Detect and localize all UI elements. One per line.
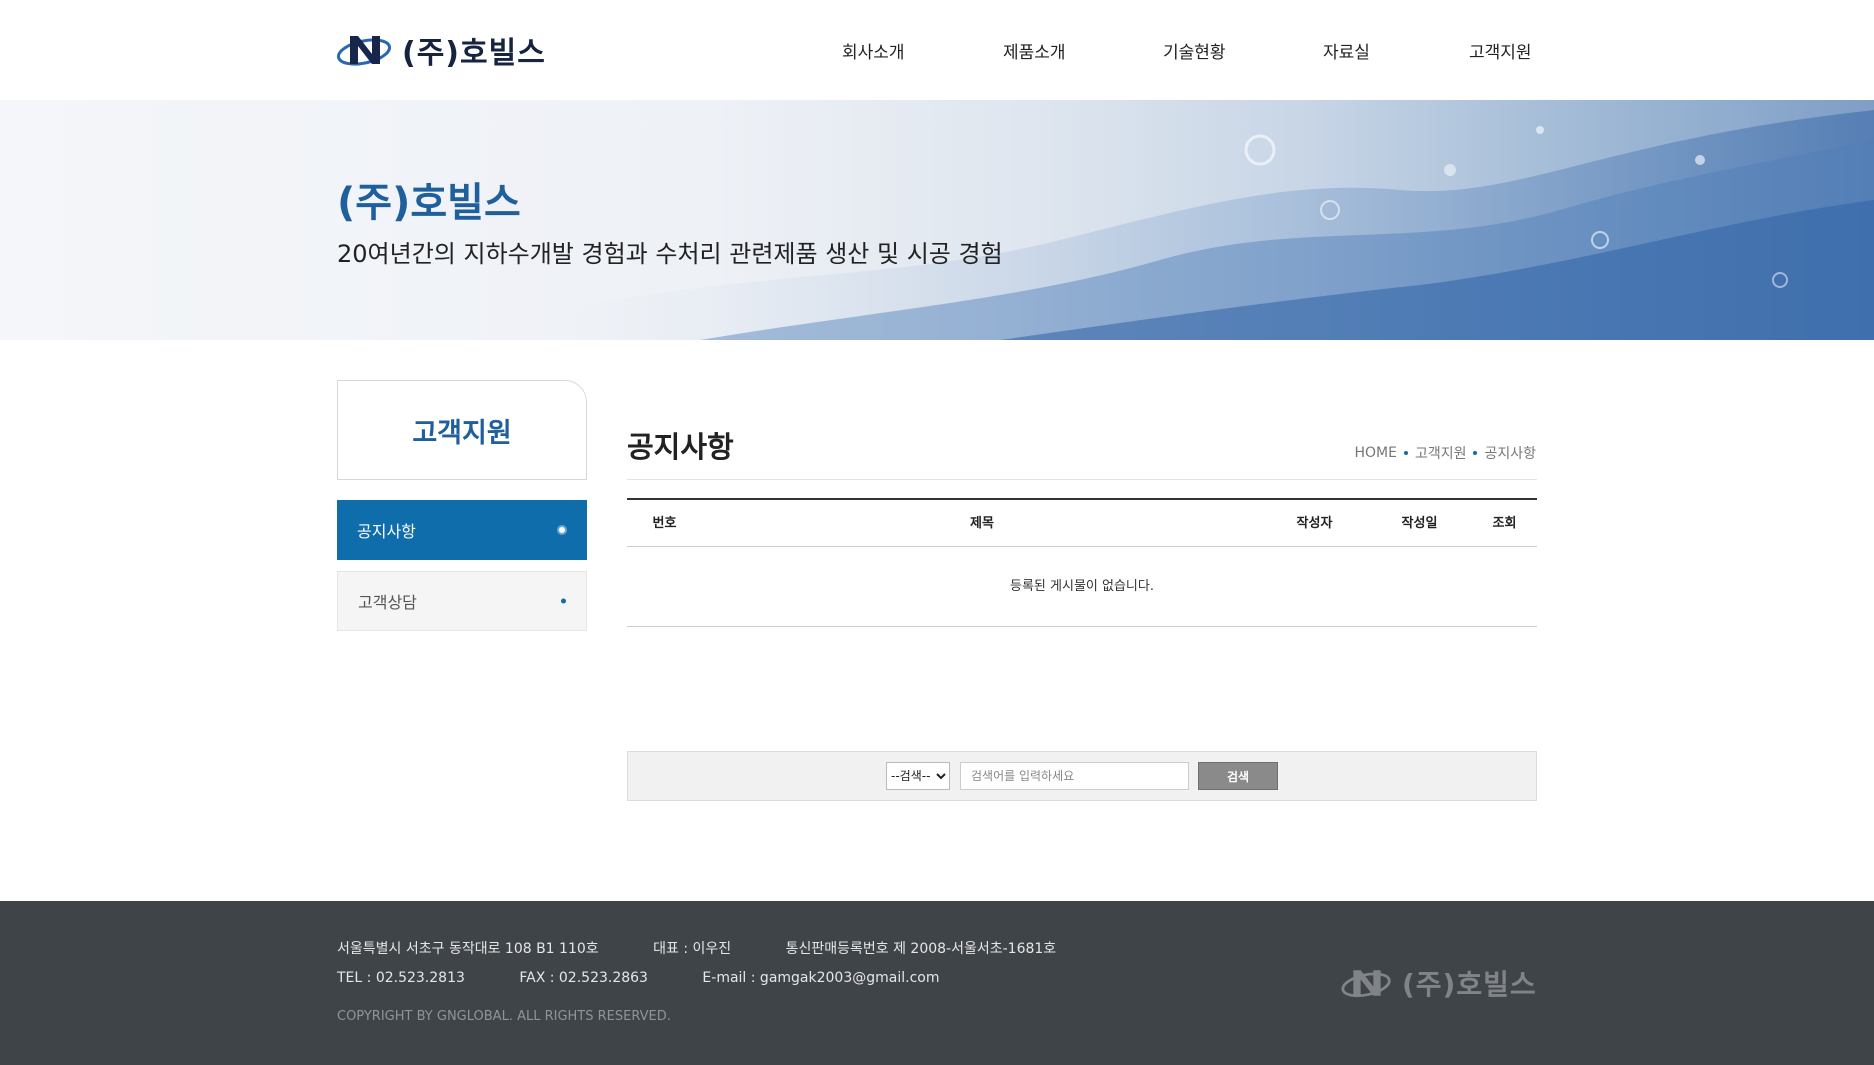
board-empty-message: 등록된 게시물이 없습니다. (627, 547, 1537, 627)
site-header: (주)호빌스 회사소개 제품소개 기술현황 자료실 고객지원 (0, 0, 1874, 100)
footer-logo: (주)호빌스 (1340, 963, 1537, 1003)
footer-address: 서울특별시 서초구 동작대로 108 B1 110호 (337, 941, 599, 957)
footer-fax: FAX : 02.523.2863 (519, 970, 648, 986)
sidebar-item-label: 공지사항 (357, 522, 416, 541)
search-type-select[interactable]: --검색-- (886, 762, 950, 790)
footer-tel: TEL : 02.523.2813 (337, 970, 465, 986)
nav-technology[interactable]: 기술현황 (1163, 38, 1226, 63)
hero-title: (주)호빌스 (337, 180, 521, 226)
breadcrumb: HOME 고객지원 공지사항 (1354, 443, 1536, 463)
footer-info-line-1: 서울특별시 서초구 동작대로 108 B1 110호 대표 : 이우진 통신판매… (337, 938, 1106, 958)
search-bar: --검색-- 검색 (627, 751, 1537, 801)
footer-logo-text: (주)호빌스 (1402, 968, 1537, 1001)
column-title: 제목 (970, 516, 994, 531)
page-title: 공지사항 (627, 430, 734, 464)
search-button[interactable]: 검색 (1198, 762, 1278, 790)
nav-archive[interactable]: 자료실 (1323, 38, 1370, 63)
title-divider (627, 479, 1537, 480)
footer-info-line-2: TEL : 02.523.2813 FAX : 02.523.2863 E-ma… (337, 970, 989, 986)
active-dot-icon (557, 525, 567, 535)
breadcrumb-separator-icon (1473, 451, 1478, 455)
breadcrumb-notice: 공지사항 (1484, 446, 1536, 462)
site-footer: 서울특별시 서초구 동작대로 108 B1 110호 대표 : 이우진 통신판매… (0, 901, 1874, 1065)
board-header-row: 번호 제목 작성자 작성일 조회 (627, 498, 1537, 547)
footer-email: E-mail : gamgak2003@gmail.com (702, 970, 940, 986)
sidebar-title: 고객지원 (412, 417, 512, 449)
nav-products[interactable]: 제품소개 (1003, 38, 1066, 63)
column-views: 조회 (1492, 516, 1517, 531)
sidebar-item-label: 고객상담 (358, 593, 417, 612)
sidebar-item-notice[interactable]: 공지사항 (337, 500, 587, 560)
water-splash-image (560, 110, 1874, 340)
breadcrumb-home[interactable]: HOME (1354, 445, 1396, 461)
breadcrumb-support[interactable]: 고객지원 (1415, 443, 1467, 463)
notice-board: 번호 제목 작성자 작성일 조회 등록된 게시물이 없습니다. (627, 498, 1537, 627)
breadcrumb-separator-icon (1403, 451, 1408, 455)
sidebar-item-consult[interactable]: 고객상담 (337, 571, 587, 631)
footer-logo-n-icon (1341, 970, 1391, 998)
sidebar-title-box: 고객지원 (337, 380, 587, 480)
hero-banner: (주)호빌스 20여년간의 지하수개발 경험과 수처리 관련제품 생산 및 시공… (0, 100, 1874, 340)
hero-subtitle: 20여년간의 지하수개발 경험과 수처리 관련제품 생산 및 시공 경험 (337, 240, 1003, 268)
footer-copyright: COPYRIGHT BY GNGLOBAL. ALL RIGHTS RESERV… (337, 1009, 671, 1024)
column-date: 작성일 (1401, 516, 1438, 531)
column-number: 번호 (652, 516, 677, 531)
nav-support[interactable]: 고객지원 (1469, 38, 1532, 63)
search-input[interactable] (960, 762, 1189, 790)
footer-ceo: 대표 : 이우진 (653, 941, 732, 957)
nav-company[interactable]: 회사소개 (842, 38, 905, 63)
footer-registration: 통신판매등록번호 제 2008-서울서초-1681호 (785, 941, 1057, 957)
column-author: 작성자 (1296, 516, 1333, 531)
main-nav: 회사소개 제품소개 기술현황 자료실 고객지원 (0, 38, 1874, 66)
bullet-dot-icon (561, 598, 566, 604)
